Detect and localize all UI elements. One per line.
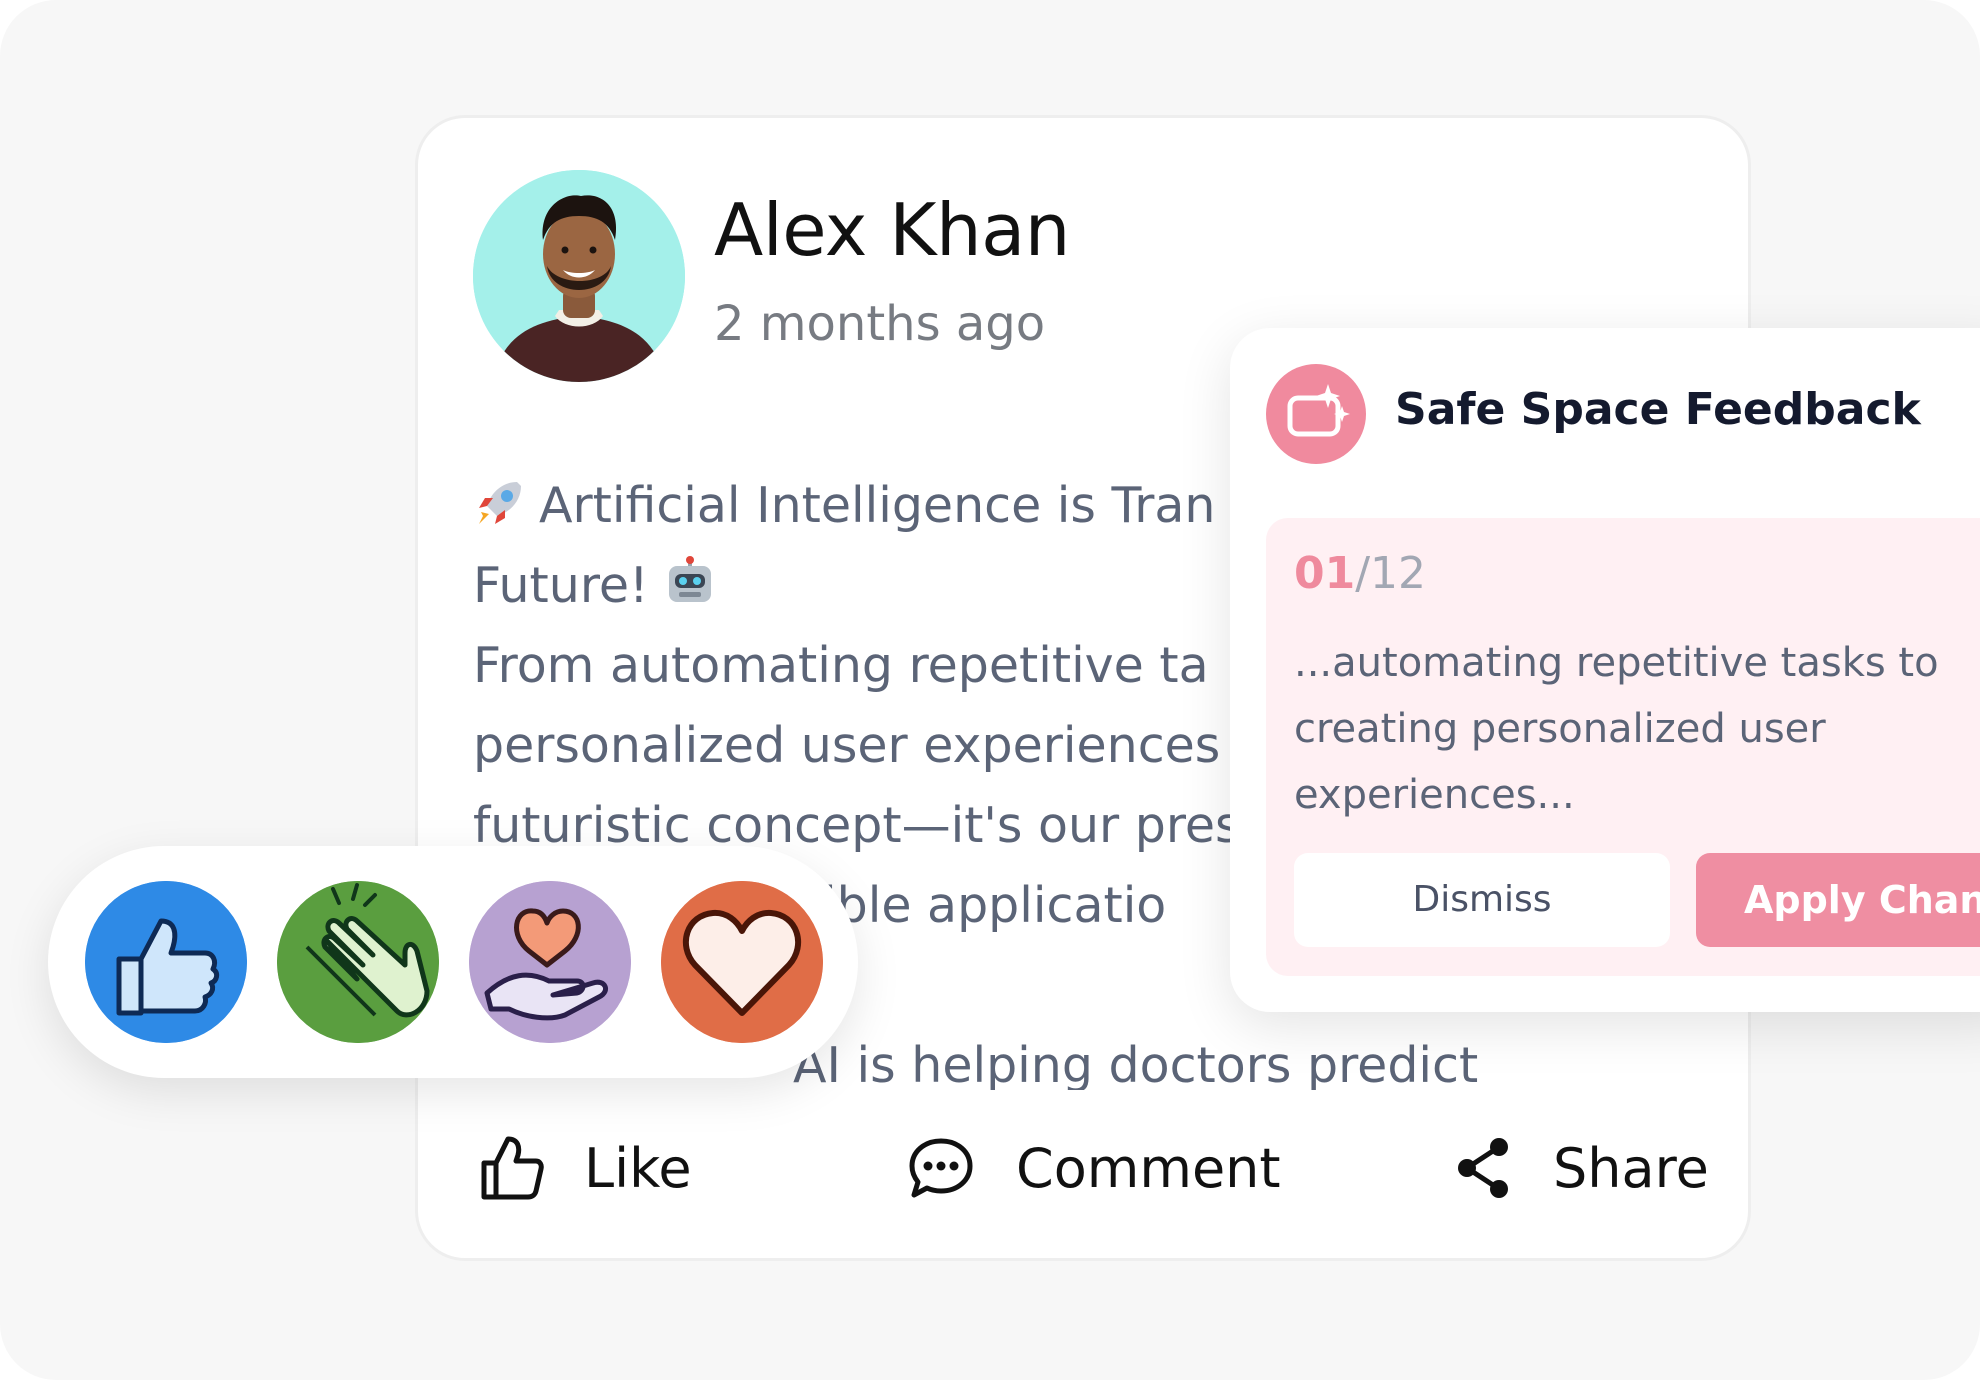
- excerpt-line: experiences...: [1294, 772, 1575, 818]
- thumbs-up-icon: [481, 1136, 544, 1200]
- comment-label: Comment: [1016, 1136, 1281, 1200]
- feedback-icon-badge: [1266, 364, 1366, 464]
- heart-icon: [661, 881, 823, 1043]
- share-icon: [1458, 1138, 1508, 1198]
- rocket-icon: [479, 482, 521, 524]
- share-button[interactable]: Share: [1453, 1123, 1709, 1213]
- like-label: Like: [584, 1136, 692, 1200]
- comment-button[interactable]: Comment: [906, 1123, 1281, 1213]
- counter-current: 01: [1294, 548, 1356, 599]
- clapping-hands-icon: [277, 881, 439, 1043]
- dismiss-button[interactable]: Dismiss: [1294, 853, 1670, 947]
- safe-space-feedback-panel: Safe Space Feedback 01/12 ...automating …: [1230, 328, 1980, 1012]
- reaction-support[interactable]: [469, 881, 631, 1043]
- avatar[interactable]: [473, 170, 685, 382]
- post-line-text: Future!: [473, 557, 649, 614]
- sparkle-card-icon: [1287, 384, 1350, 437]
- reaction-celebrate[interactable]: [277, 881, 439, 1043]
- robot-icon: [668, 556, 711, 602]
- excerpt-line: ...automating repetitive tasks to: [1294, 640, 1939, 686]
- suggestion-excerpt: ...automating repetitive tasks to creati…: [1294, 630, 1980, 828]
- apply-changes-button[interactable]: Apply Chang: [1696, 853, 1980, 947]
- suggestion-counter: 01/12: [1294, 548, 1426, 599]
- thumbs-up-icon: [85, 881, 247, 1043]
- heart-in-hand-icon: [469, 881, 631, 1043]
- feedback-suggestion-box: 01/12 ...automating repetitive tasks to …: [1266, 518, 1980, 976]
- avatar-photo: [473, 170, 685, 382]
- like-button[interactable]: Like: [478, 1123, 692, 1213]
- app-canvas: Alex Khan 2 months ago Artificial Intell…: [0, 0, 1980, 1380]
- post-actions: Like Comment Share: [418, 1123, 1748, 1223]
- reactions-bar: [48, 846, 858, 1078]
- feedback-title: Safe Space Feedback: [1395, 384, 1921, 435]
- reaction-love[interactable]: [661, 881, 823, 1043]
- share-label: Share: [1553, 1136, 1709, 1200]
- post-timestamp: 2 months ago: [714, 296, 1046, 352]
- counter-total: /12: [1355, 548, 1427, 599]
- excerpt-line: creating personalized user: [1294, 706, 1826, 752]
- reaction-like[interactable]: [85, 881, 247, 1043]
- author-name[interactable]: Alex Khan: [714, 188, 1070, 272]
- comment-icon: [909, 1138, 973, 1198]
- post-line-text: Artificial Intelligence is Tran: [539, 477, 1216, 534]
